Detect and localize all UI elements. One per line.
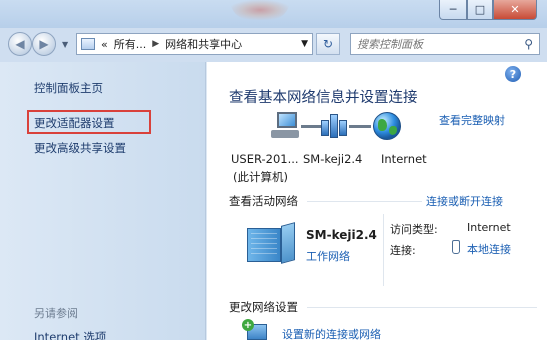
- sidebar: 控制面板主页 更改适配器设置 更改高级共享设置 另请参阅 Internet 选项: [0, 62, 206, 340]
- back-button[interactable]: ◀: [8, 32, 32, 56]
- active-networks-heading: 查看活动网络: [229, 194, 298, 208]
- see-also-heading: 另请参阅: [34, 307, 78, 320]
- active-network-name: SM-keji2.4: [306, 228, 377, 242]
- connect-disconnect-link[interactable]: 连接或断开连接: [426, 193, 503, 209]
- connection-line: [301, 125, 321, 128]
- vertical-divider: [383, 214, 384, 286]
- connections-label: 连接:: [390, 244, 416, 257]
- search-input[interactable]: [357, 34, 517, 54]
- section-divider: [307, 201, 422, 202]
- sidebar-item-advanced-sharing[interactable]: 更改高级共享设置: [34, 140, 126, 156]
- change-settings-heading: 更改网络设置: [229, 300, 298, 314]
- view-full-map-link[interactable]: 查看完整映射: [439, 112, 505, 128]
- window-controls: ─ □ ✕: [439, 0, 537, 20]
- page-title: 查看基本网络信息并设置连接: [229, 90, 418, 106]
- minimize-button[interactable]: ─: [439, 0, 467, 20]
- internet-globe-icon: [373, 112, 401, 140]
- access-type-value: Internet: [467, 221, 511, 234]
- forward-button[interactable]: ▶: [32, 32, 56, 56]
- help-icon[interactable]: ?: [505, 66, 521, 82]
- internet-label: Internet: [381, 152, 427, 166]
- search-icon[interactable]: ⚲: [524, 37, 533, 51]
- control-panel-icon: [81, 38, 95, 50]
- computer-icon: [269, 112, 299, 140]
- search-box[interactable]: ⚲: [350, 33, 540, 55]
- title-bar: ─ □ ✕: [0, 0, 547, 28]
- ethernet-connection-icon: [452, 240, 460, 254]
- address-bar[interactable]: « 所有... ▶ 网络和共享中心 ▼: [76, 33, 313, 55]
- sidebar-item-control-panel-home[interactable]: 控制面板主页: [34, 80, 103, 96]
- new-connection-icon: +: [242, 319, 267, 340]
- network-switch-icon: [321, 112, 347, 140]
- setup-new-connection-link[interactable]: 设置新的连接或网络: [282, 326, 381, 340]
- breadcrumb-separator-icon[interactable]: ▶: [152, 39, 159, 49]
- navigation-bar: ◀ ▶ ▼ « 所有... ▶ 网络和共享中心 ▼ ↻ ⚲: [0, 28, 547, 62]
- local-connection-link[interactable]: 本地连接: [467, 242, 511, 258]
- address-dropdown-icon[interactable]: ▼: [301, 39, 308, 49]
- computer-name-label: USER-201...: [231, 152, 299, 166]
- breadcrumb-network-center[interactable]: 网络和共享中心: [165, 36, 242, 52]
- section-divider: [307, 307, 537, 308]
- work-network-icon: [247, 220, 297, 264]
- sidebar-item-change-adapter-settings[interactable]: 更改适配器设置: [34, 115, 115, 131]
- refresh-button[interactable]: ↻: [316, 33, 340, 55]
- access-type-label: 访问类型:: [390, 223, 438, 236]
- maximize-button[interactable]: □: [467, 0, 493, 20]
- address-overflow-chevron[interactable]: «: [101, 38, 108, 51]
- breadcrumb-all-items[interactable]: 所有...: [114, 36, 147, 52]
- this-computer-label: (此计算机): [233, 170, 288, 184]
- sidebar-item-internet-options[interactable]: Internet 选项: [34, 329, 106, 340]
- title-bar-glare: [230, 0, 290, 20]
- recent-pages-dropdown[interactable]: ▼: [62, 40, 68, 49]
- network-type-link[interactable]: 工作网络: [306, 248, 350, 264]
- connection-line: [349, 125, 371, 128]
- close-button[interactable]: ✕: [493, 0, 537, 20]
- network-name-label: SM-keji2.4: [303, 152, 363, 166]
- main-content: ? 查看基本网络信息并设置连接 查看完整映射 USER-201... SM-ke…: [207, 62, 547, 340]
